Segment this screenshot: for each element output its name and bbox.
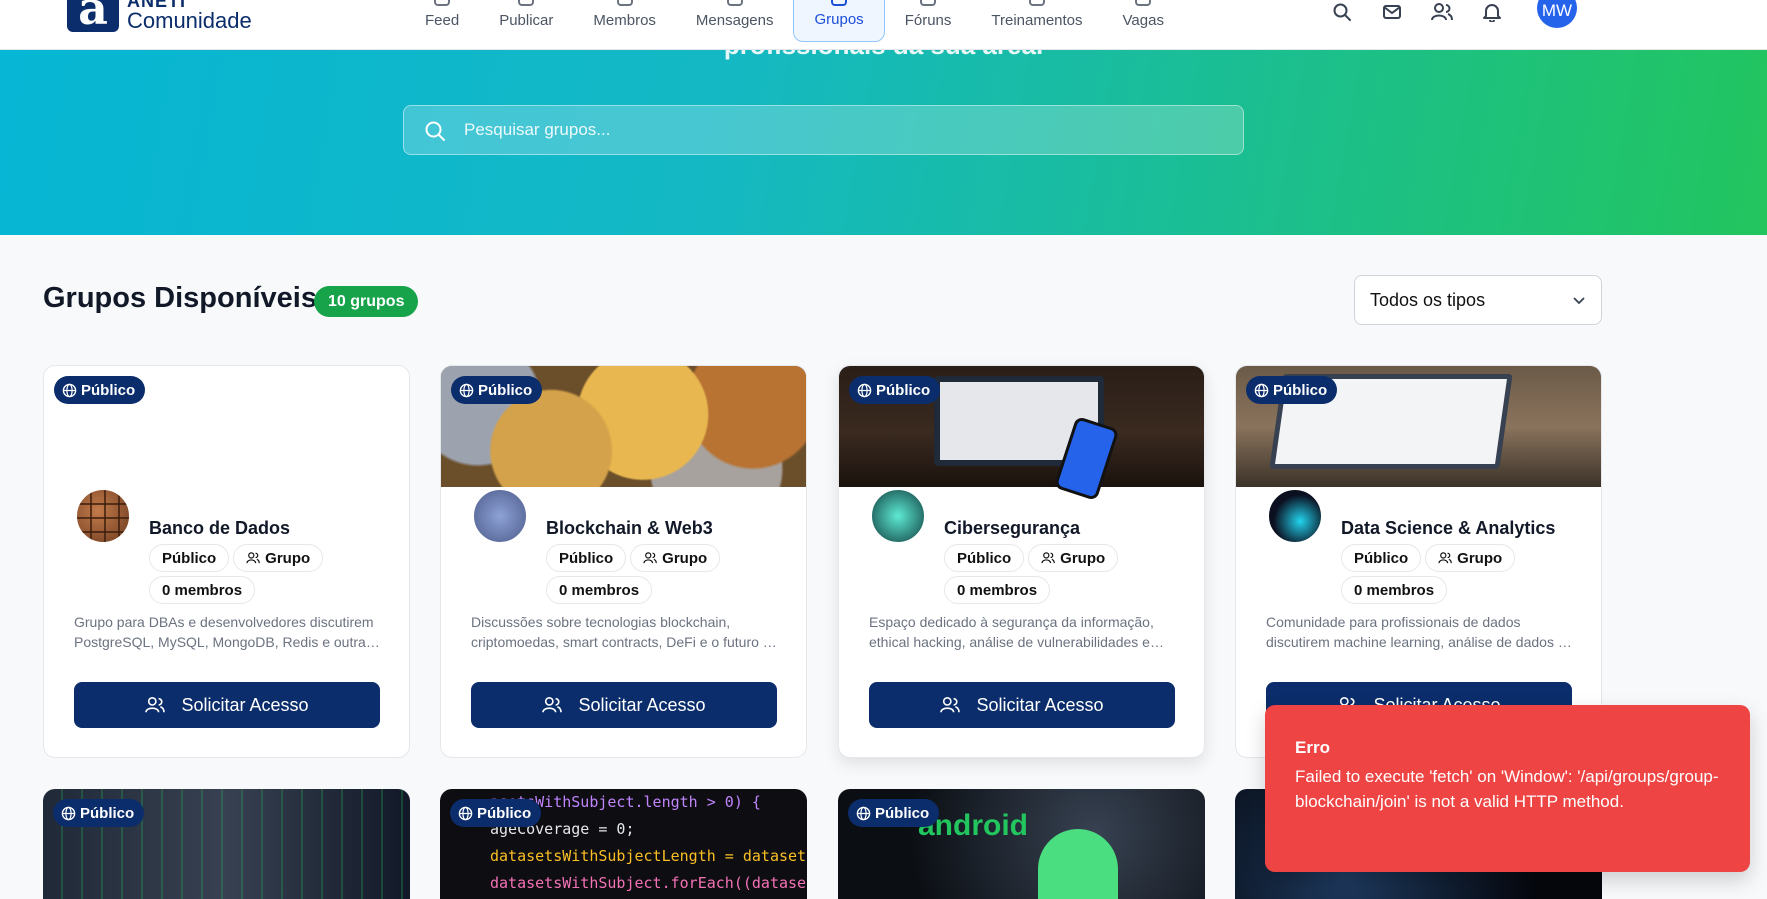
- type-tag: Grupo: [1425, 544, 1516, 572]
- search-icon[interactable]: [1330, 0, 1354, 24]
- chevron-down-icon: [1572, 290, 1586, 311]
- aneti-logo[interactable]: a ANETI Comunidade: [67, 0, 252, 32]
- type-filter-value: Todos os tipos: [1370, 289, 1486, 310]
- nav-item-foruns[interactable]: Fóruns: [885, 0, 972, 42]
- members-count: 0 membros: [1341, 576, 1448, 604]
- group-card[interactable]: Público Blockchain & Web3 Público Grupo …: [440, 365, 807, 758]
- group-count-badge: 10 grupos: [314, 286, 419, 317]
- public-badge: Público: [1246, 376, 1338, 404]
- group-card[interactable]: Público Data Science & Analytics Público…: [1235, 365, 1602, 758]
- group-tags: Público Grupo 0 membros: [149, 544, 399, 604]
- public-badge: Público: [53, 799, 145, 827]
- public-badge: Público: [849, 376, 941, 404]
- type-tag: Grupo: [630, 544, 721, 572]
- users-icon[interactable]: [1430, 0, 1454, 24]
- group-avatar: [870, 488, 926, 544]
- members-count: 0 membros: [546, 576, 653, 604]
- globe-icon: [62, 383, 77, 397]
- header-actions: [1330, 0, 1504, 24]
- request-access-button[interactable]: Solicitar Acesso: [74, 682, 380, 728]
- top-navbar: a ANETI Comunidade Feed Publicar Membros…: [0, 0, 1767, 50]
- bell-icon[interactable]: [1480, 0, 1504, 24]
- group-name[interactable]: Data Science & Analytics: [1341, 518, 1555, 539]
- group-tags: Público Grupo 0 membros: [546, 544, 796, 604]
- forum-icon: [920, 0, 937, 6]
- logo-line2: Comunidade: [127, 8, 252, 33]
- edit-icon: [518, 0, 535, 6]
- group-name[interactable]: Cibersegurança: [944, 518, 1080, 539]
- toast-title: Erro: [1295, 738, 1330, 757]
- error-toast[interactable]: Erro Failed to execute 'fetch' on 'Windo…: [1265, 705, 1750, 872]
- nav-item-vagas[interactable]: Vagas: [1103, 0, 1184, 42]
- users-icon: [616, 0, 633, 6]
- globe-icon: [856, 806, 871, 820]
- type-tag: Grupo: [233, 544, 324, 572]
- group-description: Comunidade para profissionais de dados d…: [1266, 614, 1566, 650]
- group-name[interactable]: Blockchain & Web3: [546, 518, 713, 539]
- group-avatar: [75, 488, 131, 544]
- group-description: Grupo para DBAs e desenvolvedores discut…: [74, 614, 374, 650]
- section-title: Grupos Disponíveis: [43, 282, 317, 314]
- members-count: 0 membros: [944, 576, 1051, 604]
- visibility-tag: Público: [1341, 544, 1422, 572]
- user-avatar[interactable]: MW: [1537, 0, 1577, 28]
- main-nav: Feed Publicar Membros Mensagens Grupos F…: [405, 0, 1184, 50]
- visibility-tag: Público: [149, 544, 230, 572]
- group-card[interactable]: android Público: [838, 789, 1205, 899]
- home-icon: [434, 0, 451, 6]
- chat-icon: [831, 0, 848, 6]
- toast-message: Failed to execute 'fetch' on 'Window': '…: [1295, 767, 1719, 811]
- group-card[interactable]: Público: [43, 789, 410, 899]
- hero-subtitle: profissionais da sua área.: [0, 50, 1767, 61]
- group-avatar: [472, 488, 528, 544]
- briefcase-icon: [1135, 0, 1152, 6]
- search-icon: [424, 120, 446, 147]
- message-icon: [726, 0, 743, 6]
- type-tag: Grupo: [1028, 544, 1119, 572]
- group-avatar: [1267, 488, 1323, 544]
- users-icon: [542, 696, 563, 713]
- public-badge: Público: [451, 376, 543, 404]
- logo-mark: a: [67, 0, 119, 32]
- request-access-button[interactable]: Solicitar Acesso: [471, 682, 777, 728]
- nav-item-treinamentos[interactable]: Treinamentos: [971, 0, 1102, 42]
- users-icon: [1438, 552, 1453, 564]
- users-icon: [940, 696, 961, 713]
- public-badge: Público: [848, 799, 940, 827]
- group-card[interactable]: Público Banco de Dados Público Grupo 0 m…: [43, 365, 410, 758]
- search-input[interactable]: [464, 106, 1224, 154]
- group-description: Espaço dedicado à segurança da informaçã…: [869, 614, 1154, 650]
- nav-item-grupos[interactable]: Grupos: [793, 0, 885, 42]
- request-access-button[interactable]: Solicitar Acesso: [869, 682, 1175, 728]
- nav-item-feed[interactable]: Feed: [405, 0, 479, 42]
- globe-icon: [459, 383, 474, 397]
- nav-item-publicar[interactable]: Publicar: [479, 0, 573, 42]
- group-name[interactable]: Banco de Dados: [149, 518, 290, 539]
- hero-banner: profissionais da sua área.: [0, 50, 1767, 235]
- graduation-icon: [1028, 0, 1045, 6]
- globe-icon: [61, 806, 76, 820]
- visibility-tag: Público: [546, 544, 627, 572]
- users-icon: [643, 552, 658, 564]
- mail-icon[interactable]: [1380, 0, 1404, 24]
- group-card[interactable]: Público Cibersegurança Público Grupo 0 m…: [838, 365, 1205, 758]
- group-tags: Público Grupo 0 membros: [1341, 544, 1591, 604]
- group-tags: Público Grupo 0 membros: [944, 544, 1194, 604]
- visibility-tag: Público: [944, 544, 1025, 572]
- public-badge: Público: [450, 799, 542, 827]
- globe-icon: [857, 383, 872, 397]
- group-card[interactable]: asetsWithSubject.length > 0) { ageCovera…: [440, 789, 807, 899]
- members-count: 0 membros: [149, 576, 256, 604]
- nav-item-membros[interactable]: Membros: [573, 0, 676, 42]
- type-filter-select[interactable]: Todos os tipos: [1354, 275, 1602, 325]
- globe-icon: [1254, 383, 1269, 397]
- nav-item-mensagens[interactable]: Mensagens: [676, 0, 794, 42]
- group-search: [403, 105, 1244, 155]
- public-badge: Público: [54, 376, 146, 404]
- globe-icon: [458, 806, 473, 820]
- users-icon: [246, 552, 261, 564]
- users-icon: [1041, 552, 1056, 564]
- users-icon: [145, 696, 166, 713]
- group-description: Discussões sobre tecnologias blockchain,…: [471, 614, 779, 650]
